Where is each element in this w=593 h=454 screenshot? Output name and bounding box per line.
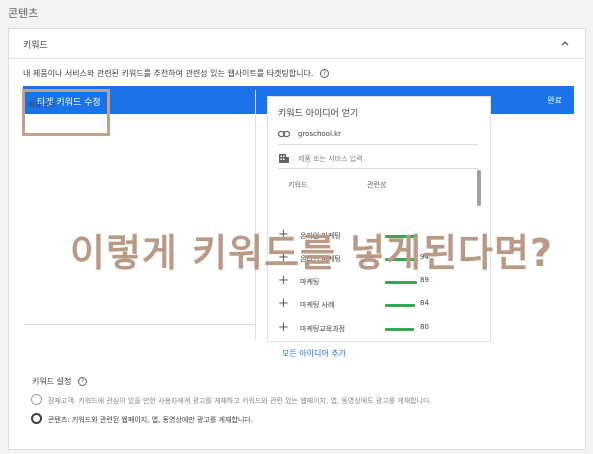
relevance-bar bbox=[385, 304, 415, 307]
keyword-entry-divider bbox=[24, 324, 256, 325]
ideas-scrollbar[interactable] bbox=[477, 170, 481, 206]
card-description: 내 제품이나 서비스와 관련된 키워드를 추천하여 관련성 있는 웹사이트를 타… bbox=[23, 68, 329, 79]
section-title: 콘텐츠 bbox=[8, 7, 39, 20]
keyword-settings-label: 키워드 설정 ? bbox=[32, 376, 87, 387]
plus-icon[interactable]: + bbox=[278, 297, 289, 311]
card-header-title: 키워드 bbox=[23, 41, 48, 51]
done-button[interactable]: 완료 bbox=[547, 95, 562, 106]
radio-audience-label: 잠재고객: 키워드에 관심이 있을 만한 사용자에게 광고를 게재하고 키워드와… bbox=[48, 397, 432, 405]
product-input-row[interactable]: 제품 또는 서비스 입력 bbox=[278, 149, 478, 169]
keyword-settings-text: 키워드 설정 bbox=[32, 377, 72, 386]
radio-content-label: 콘텐츠: 키워드와 관련된 웹페이지, 앱, 동영상에만 광고를 게재합니다. bbox=[48, 416, 253, 424]
keyword-idea-name: 마케팅 bbox=[300, 278, 320, 286]
relevance-score: 80 bbox=[420, 323, 429, 331]
column-header-keyword: 키워드 bbox=[288, 181, 308, 189]
highlight-annotation bbox=[22, 89, 110, 136]
relevance-bar bbox=[385, 281, 417, 284]
keyword-ideas-title: 키워드 아이디어 얻기 bbox=[278, 109, 359, 119]
overlay-caption: 이렇게 키워드를 넣게된다면? bbox=[70, 231, 554, 275]
product-input-placeholder[interactable]: 제품 또는 서비스 입력 bbox=[298, 154, 363, 164]
plus-icon[interactable]: + bbox=[278, 321, 289, 335]
keyword-idea-name: 마케팅교육과정 bbox=[300, 325, 346, 333]
description-text: 내 제품이나 서비스와 관련된 키워드를 추천하여 관련성 있는 웹사이트를 타… bbox=[23, 69, 314, 78]
link-icon bbox=[278, 130, 290, 138]
chevron-up-icon[interactable] bbox=[559, 37, 571, 49]
radio-audience[interactable] bbox=[31, 394, 42, 405]
relevance-bar bbox=[385, 328, 414, 331]
url-value[interactable]: groschool.kr bbox=[298, 130, 341, 138]
help-icon[interactable]: ? bbox=[319, 69, 329, 78]
url-input-row[interactable]: groschool.kr bbox=[278, 125, 478, 145]
card-header[interactable]: 키워드 bbox=[9, 29, 585, 59]
relevance-score: 89 bbox=[420, 276, 429, 284]
keyword-idea-name: 마케팅 사례 bbox=[300, 301, 335, 309]
keyword-idea-row[interactable]: + 마케팅 사례 84 bbox=[278, 297, 478, 315]
radio-content[interactable] bbox=[31, 413, 42, 424]
help-icon[interactable]: ? bbox=[77, 377, 87, 386]
building-icon bbox=[279, 154, 289, 163]
relevance-score: 84 bbox=[420, 299, 429, 307]
keyword-idea-row[interactable]: + 마케팅교육과정 80 bbox=[278, 321, 478, 339]
column-header-relevance: 관련성 bbox=[367, 181, 387, 189]
add-all-ideas-link[interactable]: 모든 아이디어 추가 bbox=[282, 348, 346, 359]
